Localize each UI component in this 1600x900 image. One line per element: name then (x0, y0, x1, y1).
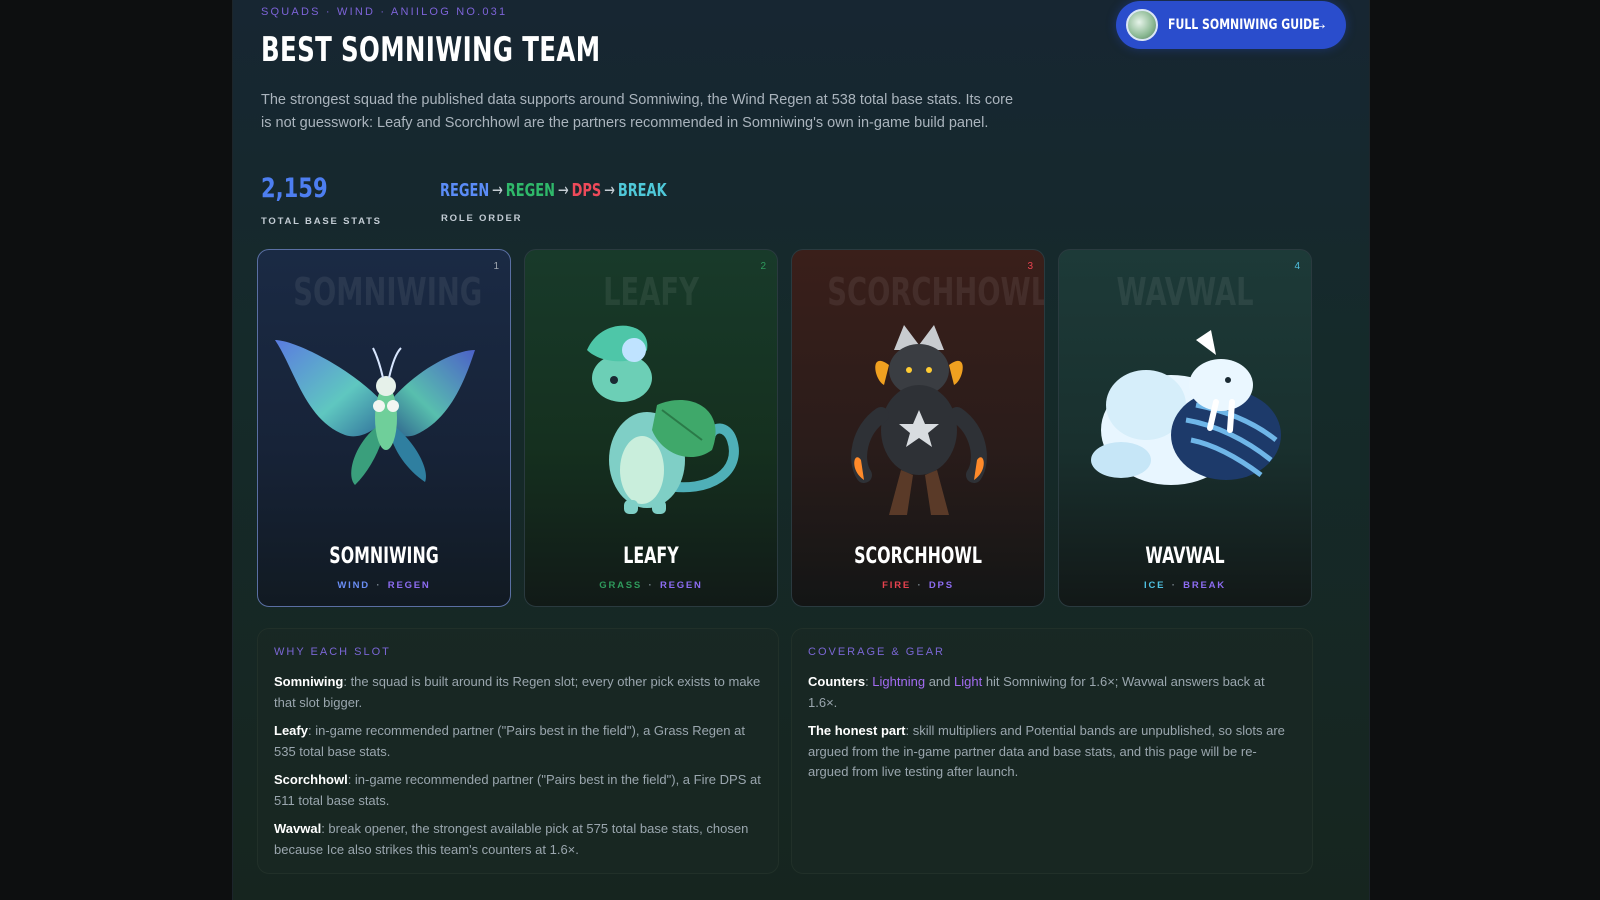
slot-explanation: Scorchhowl: in-game recommended partner … (274, 770, 762, 811)
card-name: SOMNIWING (329, 544, 439, 569)
team-card-somniwing[interactable]: SOMNIWING 1 SOMNIWING WIND · REGEN (257, 249, 511, 607)
counters-label: Counters (808, 674, 866, 689)
element-tag: GRASS (599, 580, 643, 591)
slot-explanation: Leafy: in-game recommended partner ("Pai… (274, 721, 762, 762)
slot-reason: : break opener, the strongest available … (274, 821, 749, 857)
panel-title: WHY EACH SLOT (274, 646, 391, 658)
honest-paragraph: The honest part: skill multipliers and P… (808, 721, 1296, 783)
slot-name: Scorchhowl (274, 772, 348, 787)
card-watermark-name: LEAFY (603, 270, 699, 314)
role-tag: BREAK (1183, 580, 1226, 591)
full-guide-button[interactable]: FULL SOMNIWING GUIDE → (1116, 1, 1346, 49)
breadcrumb: SQUADS · WIND · ANIILOG NO.031 (261, 6, 508, 18)
role-tag: REGEN (387, 580, 431, 591)
counters-text: and (925, 674, 954, 689)
team-card-leafy[interactable]: LEAFY 2 LEAFY GRASS · REGEN (524, 249, 778, 607)
arrow-right-icon: → (557, 180, 569, 201)
card-slot-number: 1 (493, 261, 499, 272)
honest-label: The honest part (808, 723, 906, 738)
somniwing-avatar-icon (1126, 9, 1158, 41)
slot-reason: : the squad is built around its Regen sl… (274, 674, 761, 710)
card-watermark-name: SCORCHHOWL (827, 270, 1045, 314)
fire-wolf-art-icon (851, 325, 987, 515)
slot-name: Wavwal (274, 821, 322, 836)
tag-separator: · (376, 580, 382, 591)
team-card-wavwal[interactable]: WAVWAL 4 WAVWAL ICE · BREAK (1058, 249, 1312, 607)
ice-walrus-art-icon (1091, 330, 1281, 485)
right-margin (1370, 0, 1600, 900)
counter-type-lightning[interactable]: Lightning (872, 674, 925, 689)
arrow-right-icon: → (604, 180, 615, 201)
full-guide-label: FULL SOMNIWING GUIDE (1168, 17, 1320, 33)
role-order-label: ROLE ORDER (441, 213, 523, 224)
why-each-slot-panel: WHY EACH SLOT Somniwing: the squad is bu… (257, 628, 779, 874)
role-order-sequence: REGEN → REGEN → DPS → BREAK (440, 180, 667, 201)
card-name: LEAFY (623, 544, 679, 569)
role-3: DPS (571, 180, 602, 201)
arrow-right-icon: → (492, 180, 503, 201)
counter-type-light[interactable]: Light (954, 674, 982, 689)
tag-separator: · (648, 580, 654, 591)
total-base-stats-label: TOTAL BASE STATS (261, 216, 382, 227)
tag-separator: · (1171, 580, 1177, 591)
role-tag: REGEN (659, 580, 703, 591)
card-watermark-name: WAVWAL (1116, 270, 1254, 314)
intro-paragraph: The strongest squad the published data s… (261, 92, 1014, 131)
page-title: BEST SOMNIWING TEAM (261, 30, 601, 70)
slot-name: Somniwing (274, 674, 344, 689)
card-tags: FIRE · DPS (792, 580, 1044, 591)
card-watermark-name: SOMNIWING (293, 270, 483, 314)
total-base-stats-value: 2,159 (261, 173, 328, 204)
leaf-dragon-art-icon (587, 325, 739, 514)
role-1: REGEN (440, 180, 490, 201)
coverage-gear-panel: COVERAGE & GEAR Counters: Lightning and … (791, 628, 1313, 874)
article-page: SQUADS · WIND · ANIILOG NO.031 BEST SOMN… (232, 0, 1370, 900)
left-margin (0, 0, 232, 900)
panel-title: COVERAGE & GEAR (808, 646, 945, 658)
card-name: WAVWAL (1145, 544, 1225, 569)
card-name: SCORCHHOWL (854, 544, 982, 569)
slot-reason: : in-game recommended partner ("Pairs be… (274, 772, 761, 808)
card-tags: ICE · BREAK (1059, 580, 1311, 591)
card-tags: GRASS · REGEN (525, 580, 777, 591)
role-tag: DPS (928, 580, 954, 591)
team-card-scorchhowl[interactable]: SCORCHHOWL 3 SCORCHHOWL FIRE · DPS (791, 249, 1045, 607)
slot-explanation: Wavwal: break opener, the strongest avai… (274, 819, 762, 860)
slot-explanation: Somniwing: the squad is built around its… (274, 672, 762, 713)
slot-name: Leafy (274, 723, 308, 738)
element-tag: ICE (1144, 580, 1166, 591)
card-slot-number: 2 (760, 261, 766, 272)
tag-separator: · (917, 580, 923, 591)
role-2: REGEN (505, 180, 555, 201)
slot-reason: : in-game recommended partner ("Pairs be… (274, 723, 745, 759)
element-tag: FIRE (882, 580, 912, 591)
moth-creature-art-icon (275, 340, 475, 485)
card-slot-number: 3 (1027, 261, 1033, 272)
element-tag: WIND (337, 580, 370, 591)
card-slot-number: 4 (1294, 261, 1300, 272)
role-4: BREAK (617, 180, 667, 201)
card-tags: WIND · REGEN (258, 580, 510, 591)
counters-paragraph: Counters: Lightning and Light hit Somniw… (808, 672, 1296, 713)
